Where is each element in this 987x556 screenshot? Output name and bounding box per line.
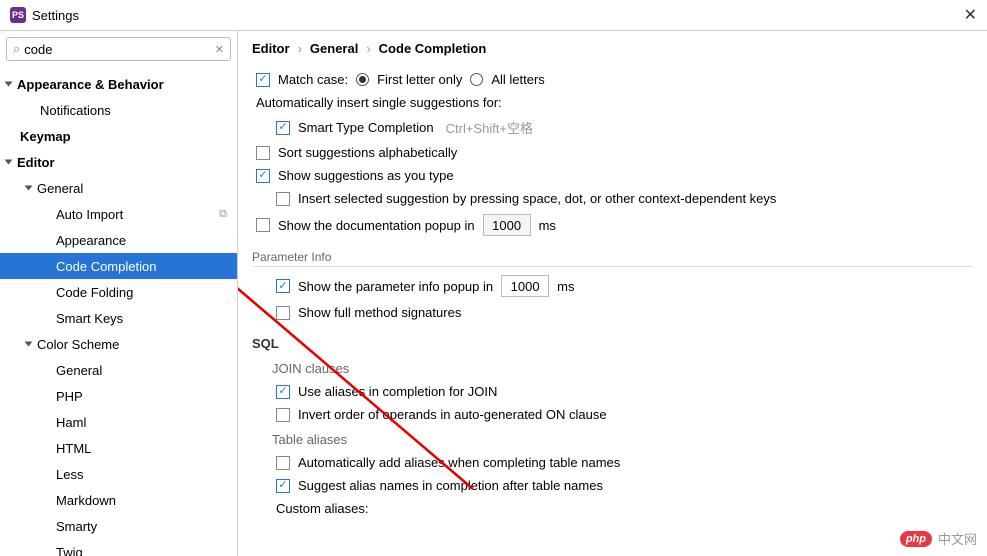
breadcrumb-general[interactable]: General [310,41,358,56]
sidebar-item-appearance[interactable]: Appearance [0,227,237,253]
match-case-label: Match case: [278,72,348,87]
use-alias-join-label: Use aliases in completion for JOIN [298,384,497,399]
sidebar-item-keymap[interactable]: Keymap [0,123,237,149]
sql-section: SQL [252,336,973,351]
search-icon: ⌕ [13,41,20,57]
sort-abc-checkbox[interactable] [256,146,270,160]
smart-type-checkbox[interactable] [276,121,290,135]
watermark-logo: php [900,531,932,547]
sidebar-item-editor[interactable]: Editor [0,149,237,175]
search-field[interactable] [24,42,211,57]
breadcrumb-editor[interactable]: Editor [252,41,290,56]
app-icon: PS [10,7,26,23]
first-letter-radio[interactable] [356,73,369,86]
sidebar-item-code-folding[interactable]: Code Folding [0,279,237,305]
sidebar-item-cs-haml[interactable]: Haml [0,409,237,435]
settings-tree: Appearance & Behavior Notifications Keym… [0,67,237,556]
sidebar-item-general[interactable]: General [0,175,237,201]
sidebar-item-cs-less[interactable]: Less [0,461,237,487]
full-sig-label: Show full method signatures [298,305,461,320]
param-delay-input[interactable] [501,275,549,297]
auto-add-alias-checkbox[interactable] [276,456,290,470]
close-icon[interactable]: ✕ [964,5,977,25]
param-popup-label: Show the parameter info popup in [298,279,493,294]
ms-label-2: ms [557,279,574,294]
content-panel: Editor› General› Code Completion Match c… [238,31,987,556]
titlebar: PS Settings ✕ [0,0,987,30]
invert-order-checkbox[interactable] [276,408,290,422]
sidebar-item-cs-smarty[interactable]: Smarty [0,513,237,539]
sort-abc-label: Sort suggestions alphabetically [278,145,457,160]
show-as-type-checkbox[interactable] [256,169,270,183]
full-sig-checkbox[interactable] [276,306,290,320]
parameter-info-section: Parameter Info [252,250,973,267]
watermark-text: 中文网 [938,529,977,548]
suggest-alias-label: Suggest alias names in completion after … [298,478,603,493]
sidebar-item-cs-html[interactable]: HTML [0,435,237,461]
sidebar: ⌕ ✕ Appearance & Behavior Notifications … [0,31,238,556]
sidebar-item-cs-general[interactable]: General [0,357,237,383]
custom-aliases-label: Custom aliases: [276,501,368,516]
sidebar-item-notifications[interactable]: Notifications [0,97,237,123]
window-title: Settings [32,8,79,23]
doc-delay-input[interactable] [483,214,531,236]
sidebar-item-cs-markdown[interactable]: Markdown [0,487,237,513]
smart-type-label: Smart Type Completion [298,120,434,135]
all-letters-radio[interactable] [470,73,483,86]
first-letter-label: First letter only [377,72,462,87]
sidebar-item-cs-twig[interactable]: Twig [0,539,237,556]
insert-by-space-checkbox[interactable] [276,192,290,206]
breadcrumb: Editor› General› Code Completion [252,41,973,56]
auto-insert-label: Automatically insert single suggestions … [256,95,502,110]
breadcrumb-code-completion: Code Completion [379,41,487,56]
search-input[interactable]: ⌕ ✕ [6,37,231,61]
sidebar-item-smart-keys[interactable]: Smart Keys [0,305,237,331]
param-popup-checkbox[interactable] [276,279,290,293]
sidebar-item-color-scheme[interactable]: Color Scheme [0,331,237,357]
watermark: php 中文网 [900,529,977,548]
ms-label: ms [539,218,556,233]
join-clauses-label: JOIN clauses [272,361,973,376]
suggest-alias-checkbox[interactable] [276,479,290,493]
smart-type-shortcut: Ctrl+Shift+空格 [446,118,533,137]
sidebar-item-auto-import[interactable]: Auto Import⧉ [0,201,237,227]
auto-add-alias-label: Automatically add aliases when completin… [298,455,620,470]
insert-by-space-label: Insert selected suggestion by pressing s… [298,191,776,206]
match-case-checkbox[interactable] [256,73,270,87]
sidebar-item-code-completion[interactable]: Code Completion [0,253,237,279]
show-doc-label: Show the documentation popup in [278,218,475,233]
sidebar-item-appearance-behavior[interactable]: Appearance & Behavior [0,71,237,97]
invert-order-label: Invert order of operands in auto-generat… [298,407,607,422]
all-letters-label: All letters [491,72,544,87]
copy-icon: ⧉ [219,208,227,221]
clear-search-icon[interactable]: ✕ [215,43,224,56]
table-aliases-label: Table aliases [272,432,973,447]
show-as-type-label: Show suggestions as you type [278,168,454,183]
use-alias-join-checkbox[interactable] [276,385,290,399]
show-doc-checkbox[interactable] [256,218,270,232]
sidebar-item-cs-php[interactable]: PHP [0,383,237,409]
